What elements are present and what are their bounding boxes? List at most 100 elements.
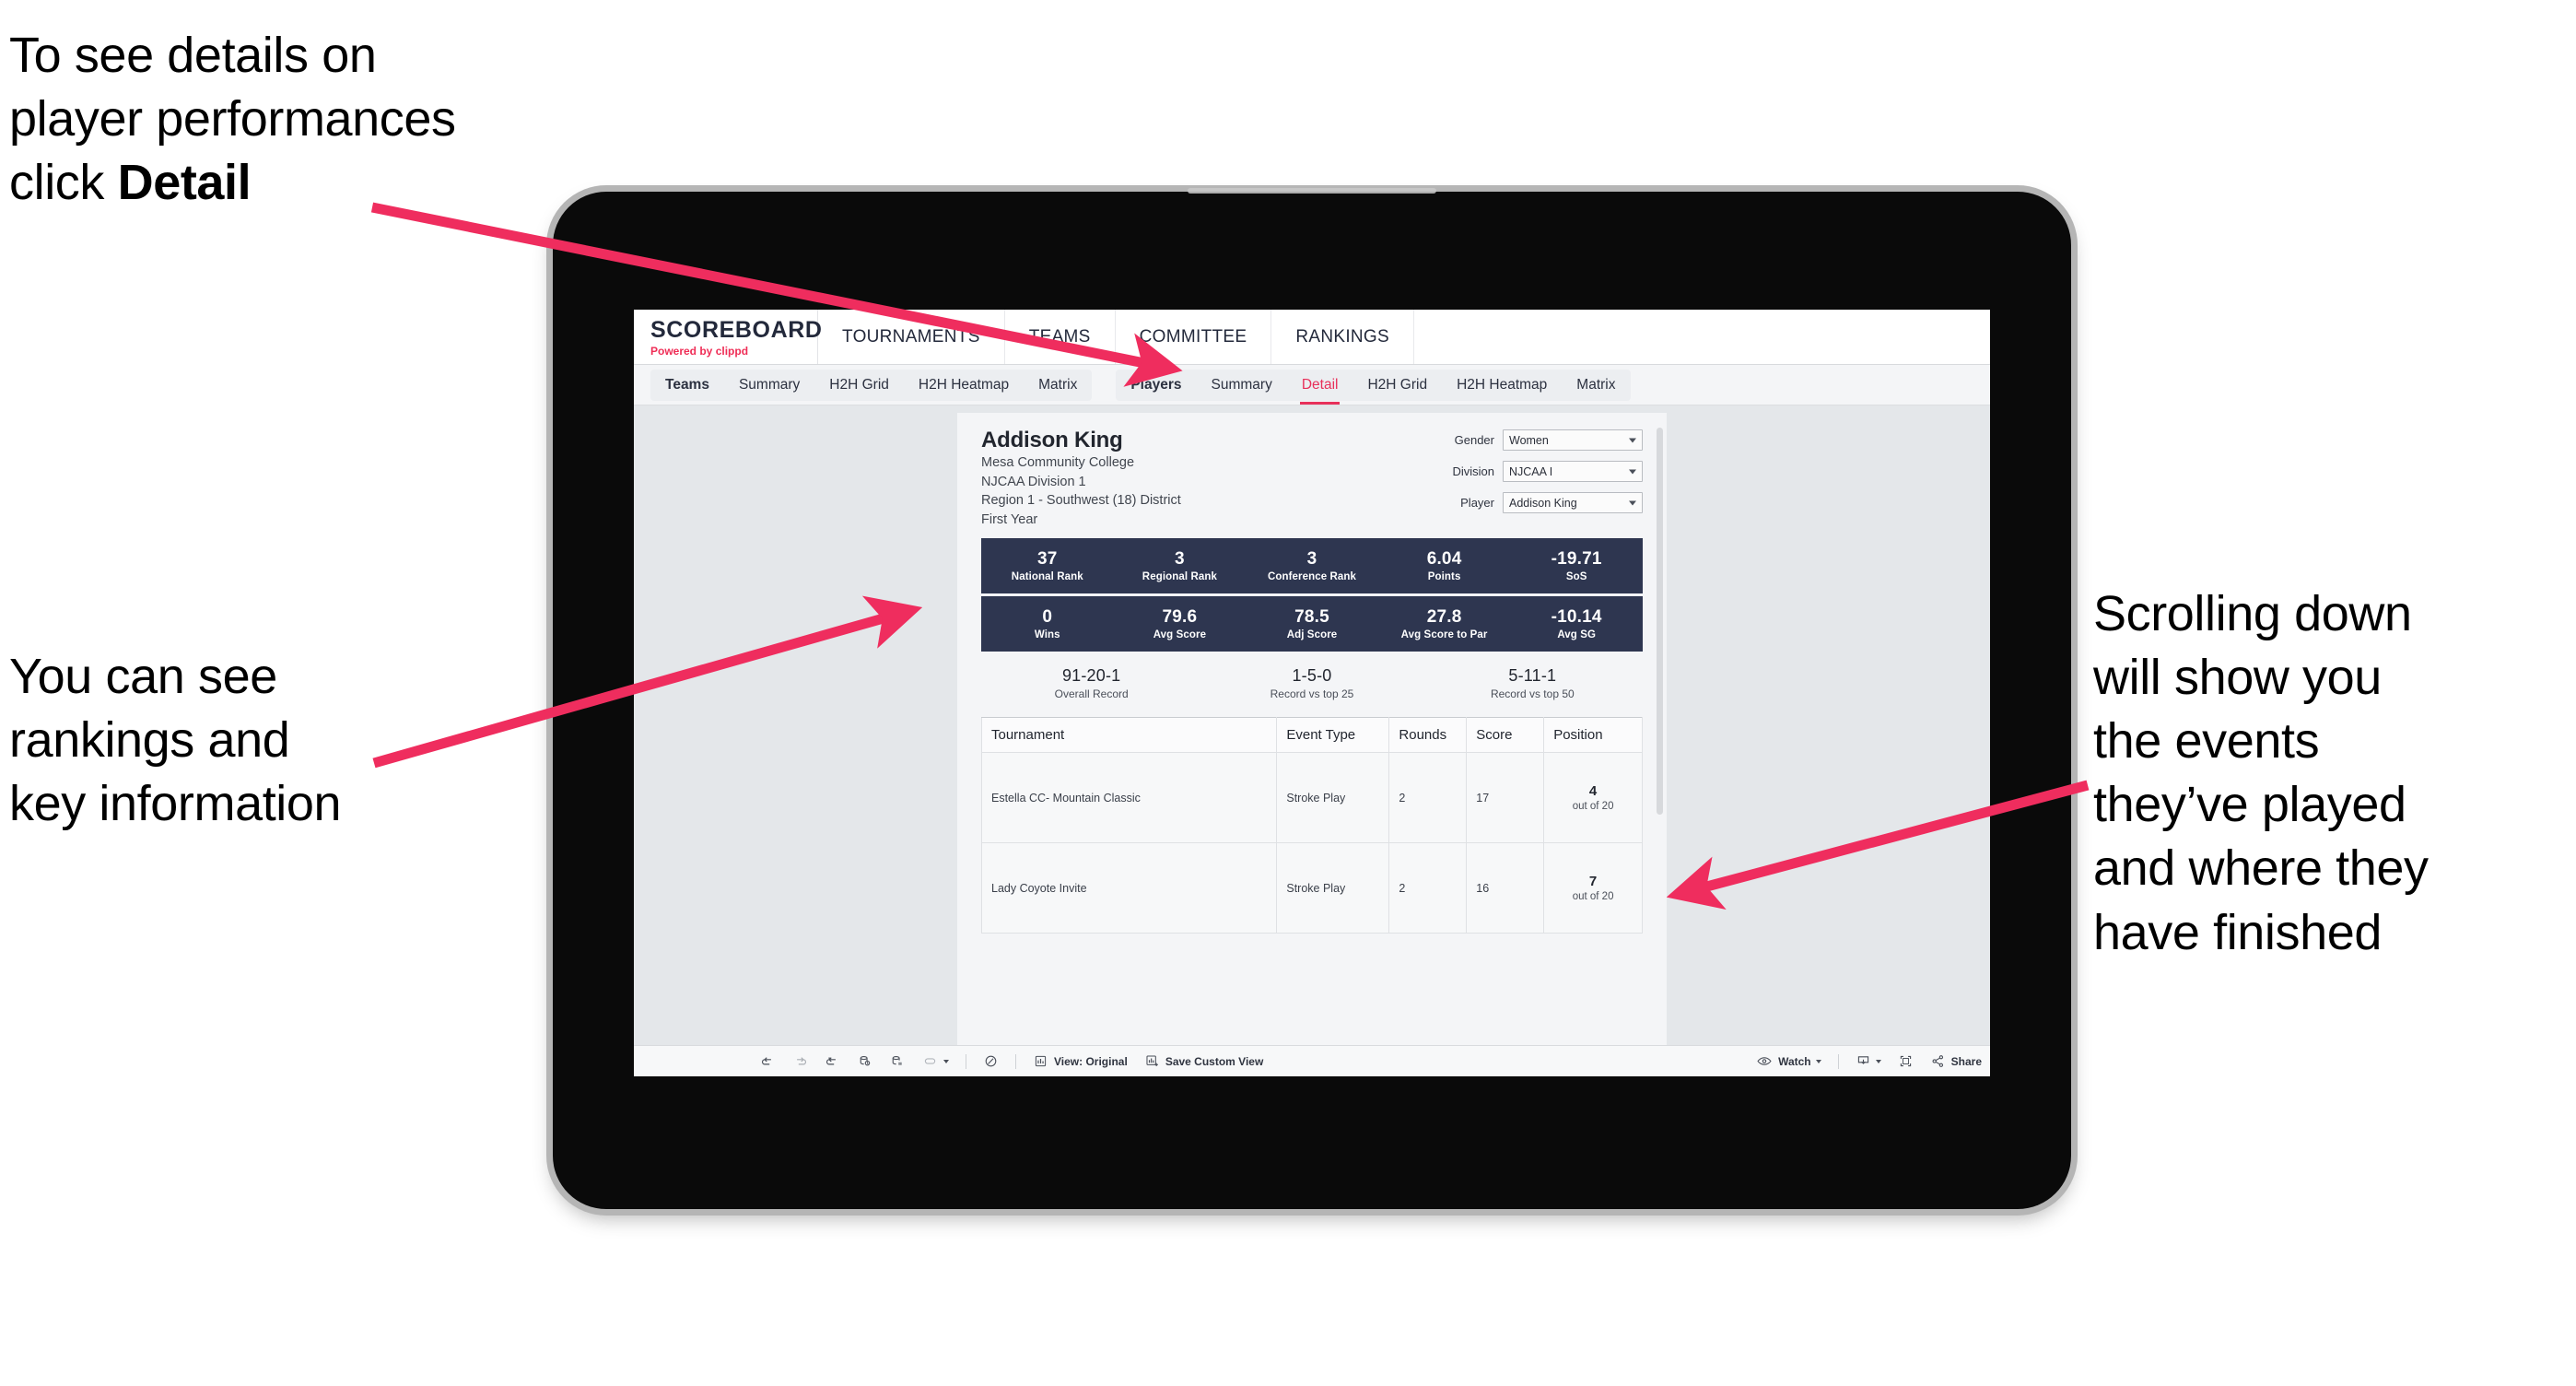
record-label: Record vs top 50: [1490, 687, 1575, 701]
record-top-50: 5-11-1 Record vs top 50: [1423, 666, 1643, 700]
table-row[interactable]: Estella CC- Mountain Classic Stroke Play…: [980, 752, 1643, 844]
cell-position: 7 out of 20: [1543, 842, 1643, 934]
filter-select-gender[interactable]: Women: [1503, 429, 1643, 451]
watch-button[interactable]: Watch: [1748, 1046, 1830, 1076]
pause-data-source-icon[interactable]: [881, 1046, 913, 1076]
redo-button[interactable]: [784, 1046, 816, 1076]
cell-tournament: Estella CC- Mountain Classic: [980, 752, 1278, 844]
sub-nav-group-players: Players Summary Detail H2H Grid H2H Heat…: [1116, 369, 1631, 405]
sub-nav-players-label[interactable]: Players: [1116, 370, 1196, 401]
cell-score: 16: [1466, 842, 1545, 934]
filter-select-division[interactable]: NJCAA I: [1503, 461, 1643, 482]
sub-nav-players-h2h-grid[interactable]: H2H Grid: [1352, 370, 1442, 401]
stat-value: -10.14: [1551, 607, 1602, 628]
stat-label: Conference Rank: [1267, 571, 1357, 583]
player-college: Mesa Community College: [981, 455, 1135, 470]
tablet-speaker-grille: [1188, 188, 1436, 194]
record-value: 91-20-1: [1061, 666, 1121, 686]
filter-label-gender: Gender: [1454, 433, 1494, 447]
brand-name: SCOREBOARD: [650, 316, 823, 343]
record-value: 1-5-0: [1292, 666, 1332, 686]
column-header-event-type[interactable]: Event Type: [1276, 717, 1390, 754]
table-row[interactable]: Lady Coyote Invite Stroke Play 2 16 7 ou…: [980, 842, 1643, 934]
top-nav-item-teams[interactable]: TEAMS: [1005, 310, 1116, 364]
stat-value: 27.8: [1426, 607, 1462, 628]
top-nav-item-rankings[interactable]: RANKINGS: [1271, 310, 1414, 364]
revert-button[interactable]: [816, 1046, 849, 1076]
stat-value: 78.5: [1294, 607, 1329, 628]
brand-tagline-prefix: Powered by: [650, 344, 716, 358]
undo-button[interactable]: [752, 1046, 784, 1076]
brand-tagline: Powered by clippd: [650, 345, 817, 358]
brand-tagline-accent: clippd: [715, 344, 749, 358]
save-custom-view-button[interactable]: Save Custom View: [1136, 1046, 1272, 1076]
sub-nav-teams-h2h-grid[interactable]: H2H Grid: [814, 370, 904, 401]
record-top-25: 1-5-0 Record vs top 25: [1201, 666, 1422, 700]
stat-value: 0: [1042, 607, 1053, 628]
card-scrollbar[interactable]: [1657, 428, 1663, 815]
content-area: Addison King Mesa Community College NJCA…: [634, 405, 1990, 1076]
sub-nav-players-h2h-heatmap[interactable]: H2H Heatmap: [1442, 370, 1562, 401]
sub-nav-teams-h2h-heatmap[interactable]: H2H Heatmap: [904, 370, 1024, 401]
chevron-down-icon: [1875, 1059, 1881, 1063]
stat-label: National Rank: [1011, 571, 1083, 583]
filter-label-player: Player: [1460, 496, 1494, 510]
top-nav-item-tournaments[interactable]: TOURNAMENTS: [818, 310, 1005, 364]
position-value: 4: [1588, 783, 1598, 800]
sub-nav-teams-matrix[interactable]: Matrix: [1024, 370, 1092, 401]
refresh-data-source-icon[interactable]: [849, 1046, 881, 1076]
filter-select-player[interactable]: Addison King: [1503, 492, 1643, 513]
pan-mode-icon[interactable]: [913, 1046, 957, 1076]
record-label: Overall Record: [1054, 687, 1129, 701]
save-custom-view-label: Save Custom View: [1165, 1054, 1264, 1068]
stat-value: -19.71: [1551, 549, 1602, 570]
column-header-tournament[interactable]: Tournament: [980, 717, 1278, 754]
stat-conference-rank: 3 Conference Rank: [1246, 549, 1378, 582]
share-label: Share: [1950, 1054, 1982, 1068]
top-nav-item-committee[interactable]: COMMITTEE: [1116, 310, 1272, 364]
view-original-button[interactable]: View: Original: [1025, 1046, 1136, 1076]
column-header-rounds[interactable]: Rounds: [1388, 717, 1468, 754]
download-button[interactable]: [1847, 1046, 1890, 1076]
stat-wins: 0 Wins: [981, 607, 1114, 640]
sub-nav-players-summary[interactable]: Summary: [1197, 370, 1287, 401]
sub-nav-players-matrix[interactable]: Matrix: [1562, 370, 1630, 401]
highlight-icon[interactable]: [975, 1046, 1007, 1076]
sub-nav-players-detail[interactable]: Detail: [1287, 370, 1353, 405]
cell-position: 4 out of 20: [1543, 752, 1643, 844]
toolbar-divider: [1015, 1053, 1016, 1069]
stat-regional-rank: 3 Regional Rank: [1114, 549, 1247, 582]
filter-value-gender: Women: [1509, 433, 1549, 447]
filter-row-gender: Gender Women: [1431, 429, 1643, 451]
app-sub-nav: Teams Summary H2H Grid H2H Heatmap Matri…: [634, 365, 1990, 405]
column-header-position[interactable]: Position: [1543, 717, 1643, 754]
fullscreen-button[interactable]: [1890, 1046, 1922, 1076]
stat-avg-sg: -10.14 Avg SG: [1510, 607, 1643, 640]
column-header-score[interactable]: Score: [1466, 717, 1545, 754]
stat-value: 37: [1037, 549, 1058, 570]
chevron-down-icon: [1629, 500, 1636, 505]
stat-avg-score: 79.6 Avg Score: [1114, 607, 1247, 640]
stat-label: Points: [1427, 571, 1461, 583]
player-year: First Year: [981, 511, 1038, 527]
stats-bar-rankings: 37 National Rank 3 Regional Rank 3 Confe…: [981, 538, 1643, 594]
player-identity: Addison King Mesa Community College NJCA…: [981, 428, 1181, 529]
chevron-down-icon: [943, 1059, 949, 1063]
position-value: 7: [1588, 874, 1598, 890]
annotation-top-left-bold: Detail: [117, 155, 252, 211]
stat-label: Avg Score to Par: [1400, 629, 1488, 641]
filter-label-division: Division: [1452, 464, 1494, 478]
stat-label: Avg Score: [1153, 629, 1207, 641]
share-button[interactable]: Share: [1922, 1046, 1990, 1076]
sub-nav-teams-summary[interactable]: Summary: [724, 370, 814, 401]
record-overall: 91-20-1 Overall Record: [981, 666, 1201, 700]
sub-nav-teams-label[interactable]: Teams: [650, 370, 724, 401]
cell-event-type: Stroke Play: [1276, 842, 1390, 934]
filter-panel: Gender Women Division NJCAA I Player Add…: [1431, 428, 1643, 529]
sub-nav-group-teams: Teams Summary H2H Grid H2H Heatmap Matri…: [650, 369, 1093, 401]
brand-logo[interactable]: SCOREBOARD Powered by clippd: [634, 310, 823, 364]
annotation-right: Scrolling down will show you the events …: [2093, 586, 2429, 960]
stat-label: Adj Score: [1286, 629, 1338, 641]
cell-rounds: 2: [1388, 752, 1468, 844]
cell-tournament: Lady Coyote Invite: [980, 842, 1278, 934]
